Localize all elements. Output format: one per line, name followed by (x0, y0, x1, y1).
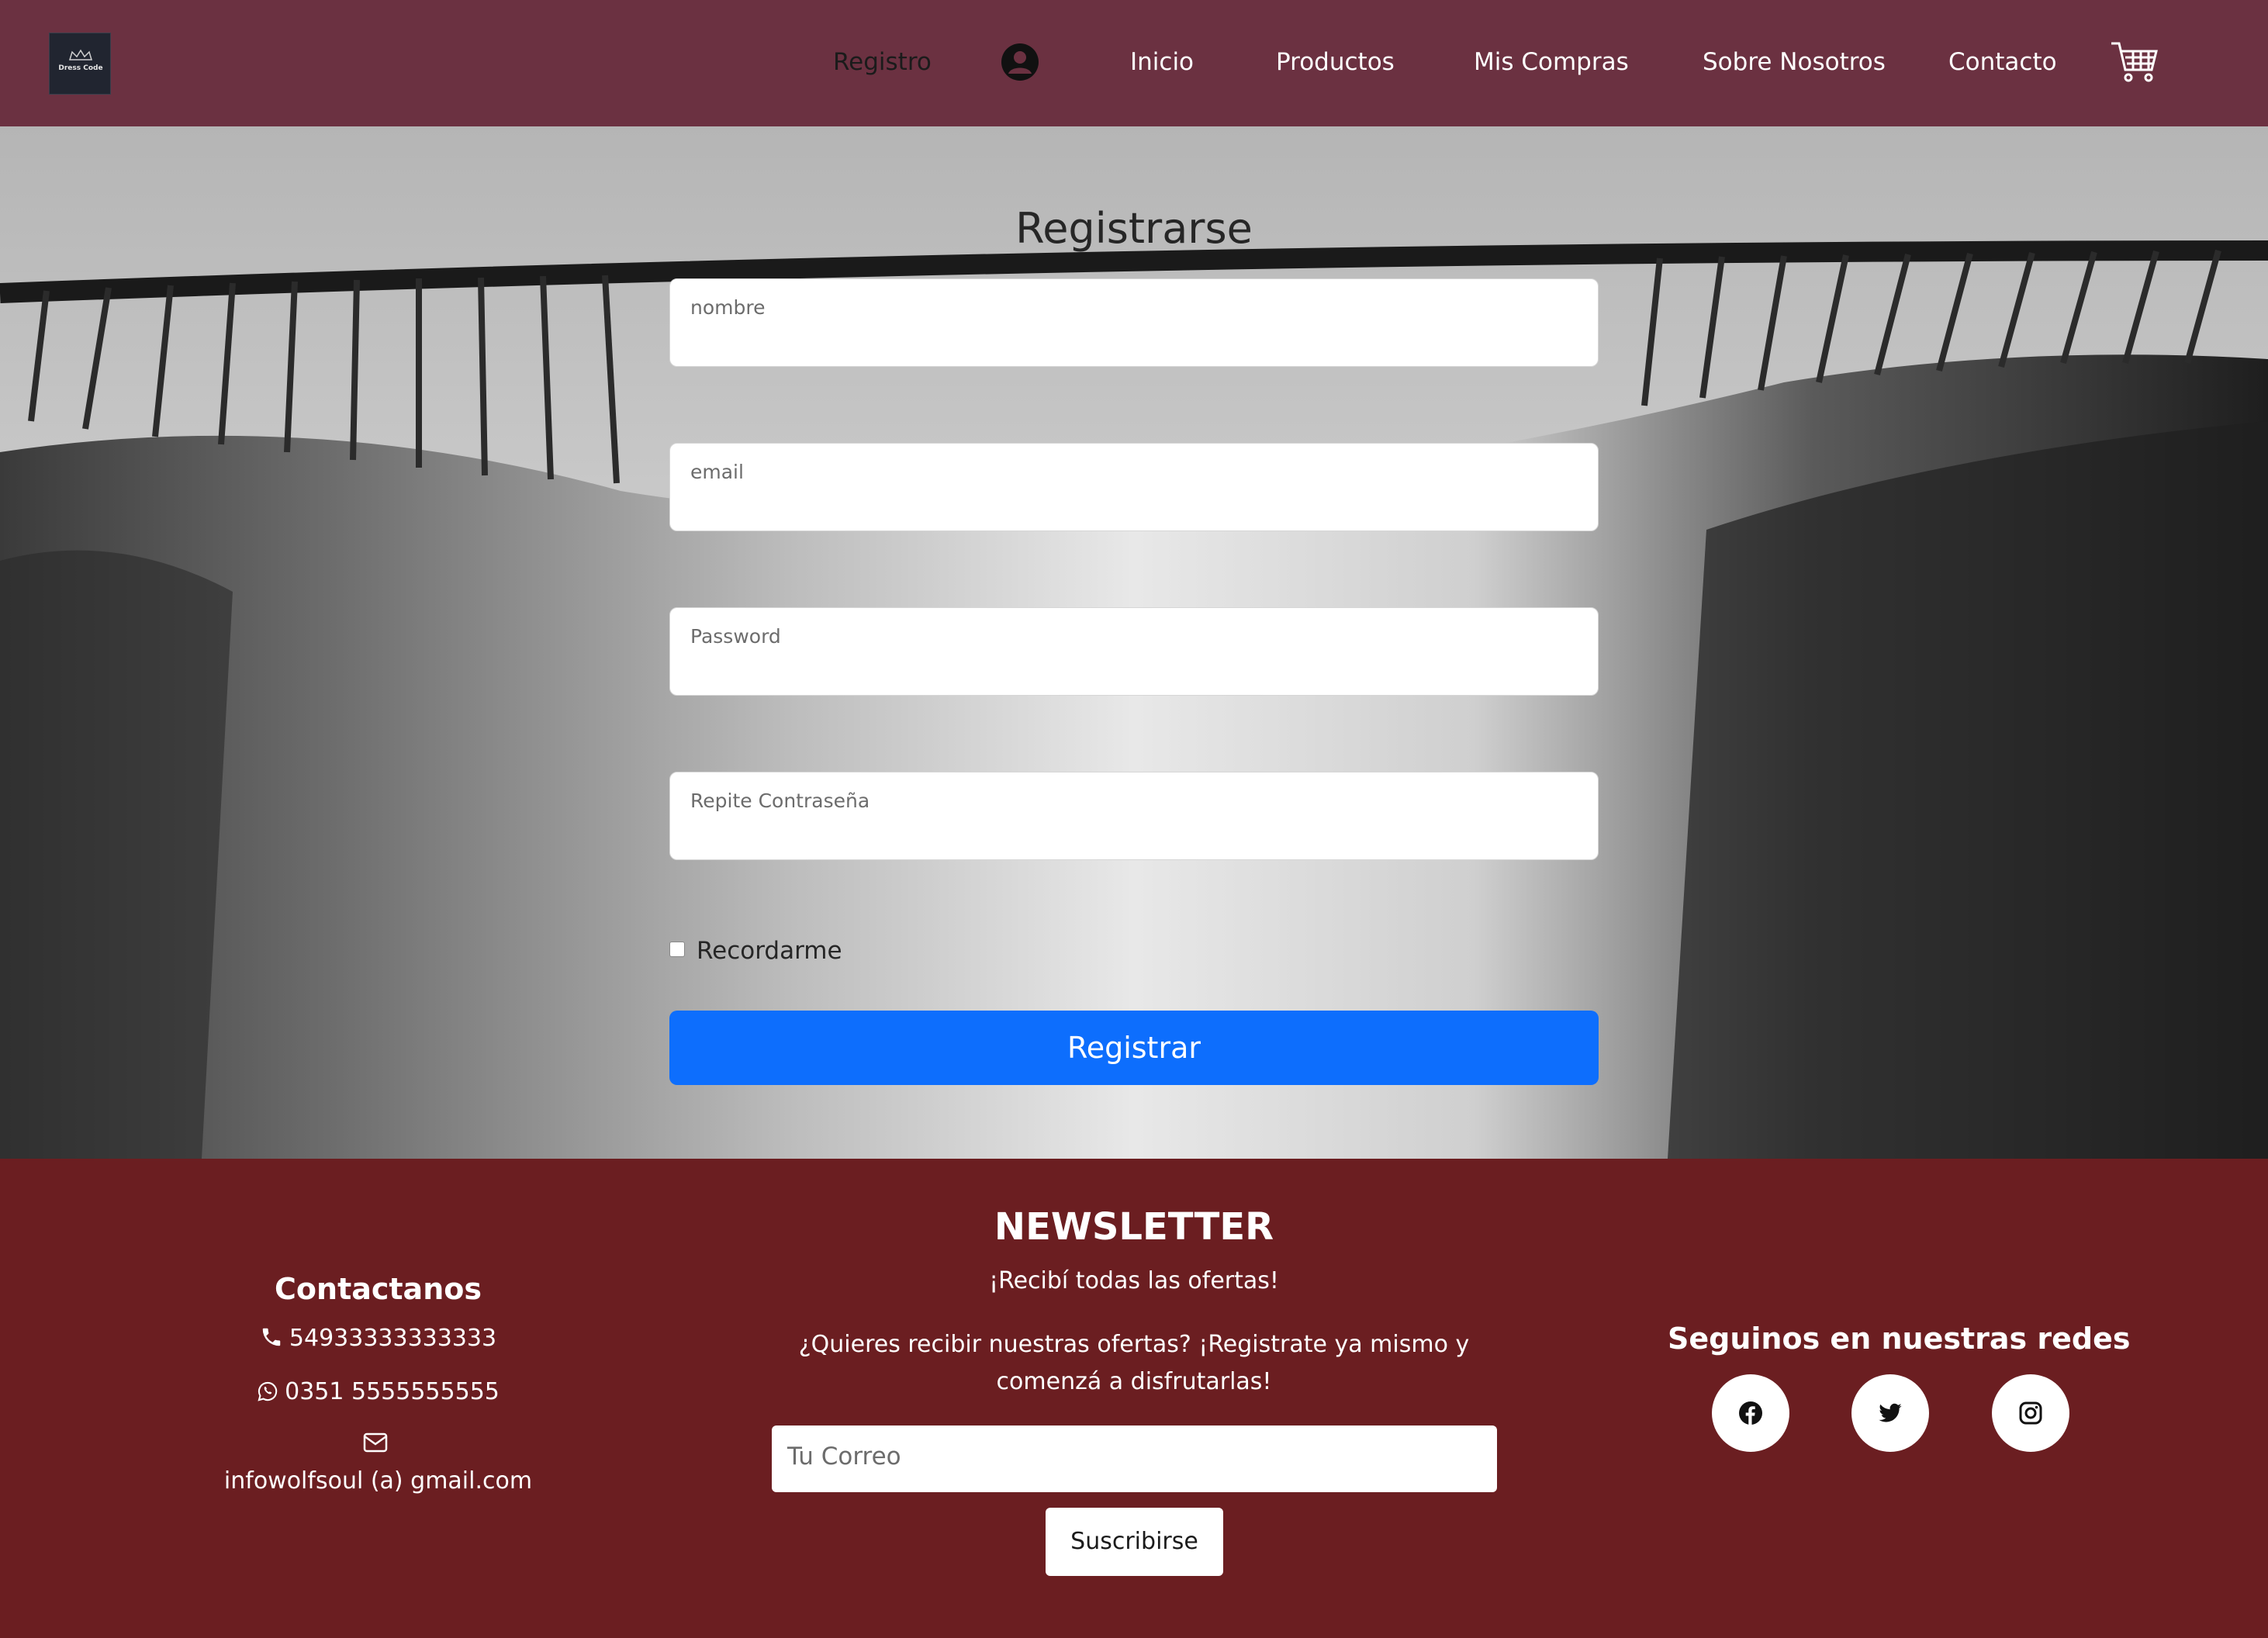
register-button[interactable]: Registrar (669, 1011, 1599, 1085)
user-icon[interactable] (1001, 43, 1039, 81)
nav-productos[interactable]: Productos (1276, 47, 1395, 78)
facebook-icon (1739, 1401, 1762, 1425)
nombre-field[interactable]: nombre (669, 278, 1599, 367)
subscribe-button[interactable]: Suscribirse (1046, 1508, 1223, 1576)
whatsapp-line: 0351 5555555555 (213, 1378, 543, 1405)
newsletter-subtitle: ¡Recibí todas las ofertas! (989, 1267, 1279, 1294)
register-title: Registrarse (1015, 204, 1253, 253)
navbar: Dress Code Registro Inicio Productos Mis… (0, 0, 2268, 126)
newsletter-email-input[interactable]: Tu Correo (772, 1425, 1497, 1492)
email-field[interactable]: email (669, 443, 1599, 531)
dress-code-logo[interactable]: Dress Code (49, 33, 111, 95)
nav-registro[interactable]: Registro (833, 47, 932, 78)
repeat-password-field[interactable]: Repite Contraseña (669, 772, 1599, 860)
remember-label[interactable]: Recordarme (697, 937, 842, 965)
envelope-icon (363, 1432, 387, 1453)
logo-text: Dress Code (58, 64, 103, 72)
shopping-cart-icon[interactable] (2110, 39, 2159, 85)
nav-mis-compras[interactable]: Mis Compras (1474, 47, 1629, 78)
crown-icon (68, 49, 93, 60)
remember-checkbox[interactable] (669, 942, 685, 957)
newsletter-title: NEWSLETTER (994, 1205, 1274, 1249)
instagram-button[interactable] (1992, 1374, 2069, 1452)
social-title: Seguinos en nuestras redes (1668, 1322, 2131, 1356)
twitter-icon (1879, 1403, 1902, 1422)
newsletter-description: ¿Quieres recibir nuestras ofertas? ¡Regi… (798, 1331, 1470, 1395)
password-field[interactable]: Password (669, 607, 1599, 696)
email-icon-line (213, 1429, 543, 1456)
phone-number: 54933333333333 (289, 1325, 497, 1352)
repeat-password-placeholder: Repite Contraseña (690, 790, 870, 812)
contact-email: infowolfsoul (a) gmail.com (223, 1467, 533, 1495)
whatsapp-icon (258, 1381, 278, 1401)
email-placeholder: email (690, 461, 744, 483)
newsletter-placeholder: Tu Correo (787, 1443, 901, 1470)
twitter-button[interactable] (1851, 1374, 1929, 1452)
nombre-placeholder: nombre (690, 296, 766, 319)
password-placeholder: Password (690, 625, 781, 648)
phone-icon (262, 1328, 281, 1346)
facebook-button[interactable] (1712, 1374, 1789, 1452)
instagram-icon (2019, 1401, 2042, 1425)
nav-sobre-nosotros[interactable]: Sobre Nosotros (1703, 47, 1886, 78)
phone-line: 54933333333333 (213, 1325, 543, 1352)
footer: Contactanos 54933333333333 0351 55555555… (0, 1159, 2268, 1638)
whatsapp-number: 0351 5555555555 (285, 1378, 500, 1405)
nav-contacto[interactable]: Contacto (1948, 47, 2057, 78)
hero-background: Registrarse nombre email Password Repite… (0, 126, 2268, 1159)
nav-inicio[interactable]: Inicio (1130, 47, 1194, 78)
